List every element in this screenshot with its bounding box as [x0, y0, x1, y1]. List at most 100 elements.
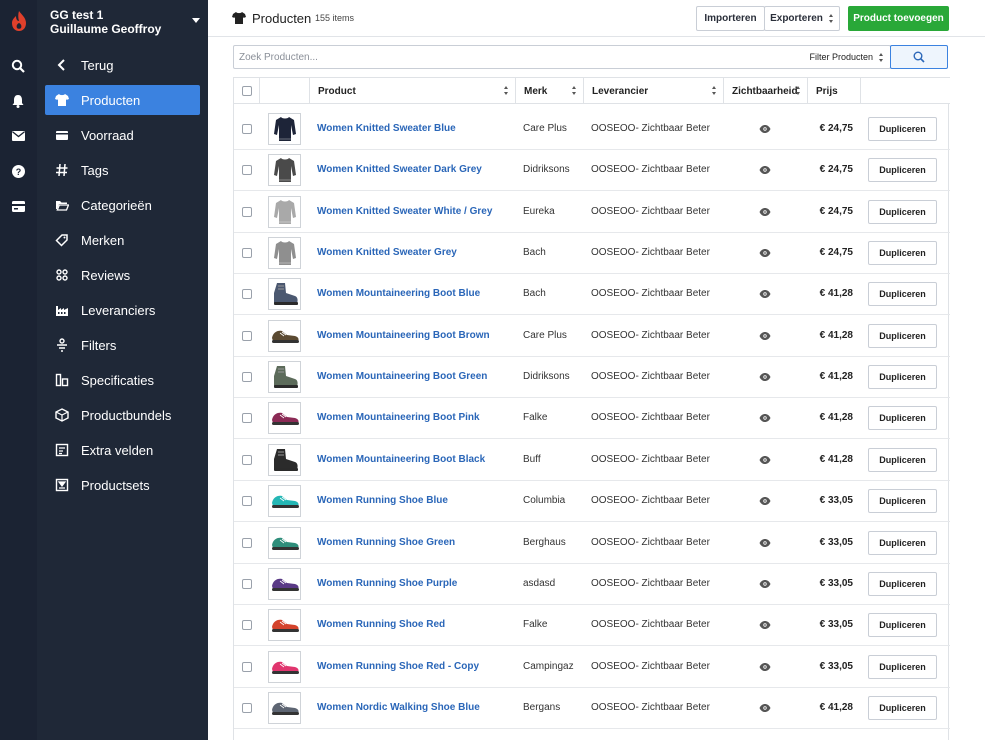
duplicate-button[interactable]: Dupliceren [868, 613, 937, 638]
duplicate-button[interactable]: Dupliceren [868, 158, 937, 183]
product-thumbnail[interactable] [268, 195, 301, 228]
eye-icon[interactable] [759, 249, 771, 258]
row-checkbox[interactable] [242, 496, 252, 507]
eye-icon[interactable] [759, 579, 771, 588]
card-icon[interactable] [10, 198, 26, 214]
duplicate-button[interactable]: Dupliceren [868, 447, 937, 472]
product-thumbnail[interactable] [268, 113, 301, 145]
row-checkbox[interactable] [242, 330, 252, 341]
product-name-link[interactable]: Women Mountaineering Boot Green [317, 371, 487, 382]
sidebar-item-productsets[interactable]: Productsets [45, 470, 200, 500]
eye-icon[interactable] [759, 125, 771, 133]
duplicate-button[interactable]: Dupliceren [868, 323, 937, 348]
column-price[interactable]: Prijs [808, 78, 861, 104]
duplicate-button[interactable]: Dupliceren [868, 530, 937, 555]
sidebar-item-producten[interactable]: Producten [45, 85, 200, 115]
search-input[interactable] [239, 46, 739, 68]
duplicate-button[interactable]: Dupliceren [868, 199, 937, 224]
product-name-link[interactable]: Women Running Shoe Blue [317, 495, 448, 506]
row-checkbox[interactable] [242, 702, 252, 713]
help-icon[interactable]: ? [10, 163, 26, 179]
sidebar-item-merken[interactable]: Merken [45, 225, 200, 255]
product-name-link[interactable]: Women Mountaineering Boot Pink [317, 412, 480, 423]
eye-icon[interactable] [759, 207, 771, 216]
row-checkbox[interactable] [242, 289, 252, 300]
eye-icon[interactable] [759, 538, 771, 547]
eye-icon[interactable] [759, 414, 771, 423]
product-name-link[interactable]: Women Running Shoe Purple [317, 578, 457, 589]
product-name-link[interactable]: Women Running Shoe Red [317, 619, 445, 630]
column-brand[interactable]: Merk [516, 78, 584, 104]
account-switcher[interactable]: GG test 1 Guillaume Geoffroy [50, 8, 200, 38]
product-thumbnail[interactable] [268, 567, 301, 600]
mail-icon[interactable] [10, 128, 26, 144]
product-name-link[interactable]: Women Nordic Walking Shoe Blue [317, 702, 480, 713]
row-checkbox[interactable] [242, 124, 252, 134]
select-all-checkbox[interactable] [242, 86, 252, 96]
eye-icon[interactable] [759, 290, 771, 299]
eye-icon[interactable] [759, 455, 771, 464]
product-thumbnail[interactable] [268, 526, 301, 559]
sidebar-item-tags[interactable]: Tags [45, 155, 200, 185]
sidebar-item-productbundels[interactable]: Productbundels [45, 400, 200, 430]
sidebar-item-voorraad[interactable]: Voorraad [45, 120, 200, 150]
product-thumbnail[interactable] [268, 443, 301, 476]
column-product[interactable]: Product [310, 78, 516, 104]
row-checkbox[interactable] [242, 661, 252, 672]
row-checkbox[interactable] [242, 578, 252, 589]
row-checkbox[interactable] [242, 372, 252, 383]
product-name-link[interactable]: Women Mountaineering Boot Black [317, 454, 485, 465]
product-thumbnail[interactable] [268, 237, 301, 270]
eye-icon[interactable] [759, 331, 771, 340]
column-visibility[interactable]: Zichtbaarheid [724, 78, 808, 104]
product-thumbnail[interactable] [268, 361, 301, 394]
product-thumbnail[interactable] [268, 319, 301, 352]
search-button[interactable] [890, 45, 948, 69]
duplicate-button[interactable]: Dupliceren [868, 241, 937, 266]
eye-icon[interactable] [759, 497, 771, 506]
product-name-link[interactable]: Women Knitted Sweater Blue [317, 123, 456, 134]
duplicate-button[interactable]: Dupliceren [868, 117, 937, 141]
product-name-link[interactable]: Women Knitted Sweater Dark Grey [317, 164, 482, 175]
product-thumbnail[interactable] [268, 402, 301, 435]
sidebar-item-specificaties[interactable]: Specificaties [45, 365, 200, 395]
duplicate-button[interactable]: Dupliceren [868, 489, 937, 514]
sidebar-item-terug[interactable]: Terug [45, 50, 200, 80]
eye-icon[interactable] [759, 621, 771, 630]
eye-icon[interactable] [759, 703, 771, 712]
product-name-link[interactable]: Women Running Shoe Red - Copy [317, 661, 479, 672]
filter-products-select[interactable]: Filter Producten [809, 46, 884, 68]
product-thumbnail[interactable] [268, 609, 301, 642]
duplicate-button[interactable]: Dupliceren [868, 365, 937, 390]
product-thumbnail[interactable] [268, 691, 301, 724]
product-name-link[interactable]: Women Running Shoe Green [317, 537, 455, 548]
product-thumbnail[interactable] [268, 650, 301, 683]
product-name-link[interactable]: Women Mountaineering Boot Blue [317, 288, 480, 299]
row-checkbox[interactable] [242, 620, 252, 631]
export-button[interactable]: Exporteren [764, 6, 840, 31]
column-supplier[interactable]: Leverancier [584, 78, 724, 104]
row-checkbox[interactable] [242, 454, 252, 465]
duplicate-button[interactable]: Dupliceren [868, 571, 937, 596]
duplicate-button[interactable]: Dupliceren [868, 654, 937, 679]
eye-icon[interactable] [759, 373, 771, 382]
duplicate-button[interactable]: Dupliceren [868, 282, 937, 307]
row-checkbox[interactable] [242, 165, 252, 176]
product-name-link[interactable]: Women Knitted Sweater Grey [317, 247, 457, 258]
product-name-link[interactable]: Women Mountaineering Boot Brown [317, 330, 490, 341]
row-checkbox[interactable] [242, 537, 252, 548]
sidebar-item-categorie-n[interactable]: Categorieën [45, 190, 200, 220]
import-button[interactable]: Importeren [696, 6, 765, 31]
sidebar-item-filters[interactable]: Filters [45, 330, 200, 360]
eye-icon[interactable] [759, 662, 771, 671]
row-checkbox[interactable] [242, 413, 252, 424]
bell-icon[interactable] [10, 93, 26, 109]
duplicate-button[interactable]: Dupliceren [868, 406, 937, 431]
search-icon[interactable] [10, 58, 26, 74]
row-checkbox[interactable] [242, 206, 252, 217]
product-thumbnail[interactable] [268, 154, 301, 187]
duplicate-button[interactable]: Dupliceren [868, 695, 937, 720]
row-checkbox[interactable] [242, 248, 252, 259]
product-thumbnail[interactable] [268, 278, 301, 311]
add-product-button[interactable]: Product toevoegen [848, 6, 949, 31]
